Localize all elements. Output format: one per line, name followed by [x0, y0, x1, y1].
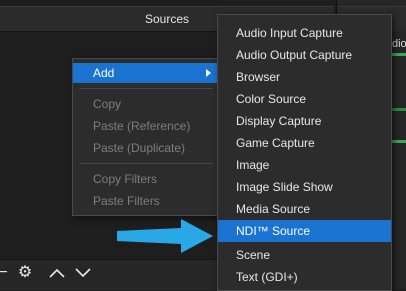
- submenu-item-text-gdi[interactable]: Text (GDI+): [218, 266, 391, 288]
- remove-source-button[interactable]: −: [0, 262, 14, 284]
- submenu-item-display-capture[interactable]: Display Capture: [218, 110, 391, 132]
- volume-meter: [392, 140, 406, 143]
- move-source-down-button[interactable]: [72, 262, 94, 284]
- move-source-up-button[interactable]: [46, 262, 68, 284]
- menu-item-copy-filters[interactable]: Copy Filters: [73, 169, 219, 189]
- submenu-item-browser[interactable]: Browser: [218, 66, 391, 88]
- submenu-item-image-slide-show[interactable]: Image Slide Show: [218, 176, 391, 198]
- volume-meter: [392, 53, 406, 56]
- menu-separator: [79, 163, 213, 164]
- chevron-up-icon: [49, 268, 65, 278]
- menu-item-paste-reference[interactable]: Paste (Reference): [73, 116, 219, 136]
- menu-item-add-label: Add: [93, 66, 115, 80]
- submenu-item-audio-output-capture[interactable]: Audio Output Capture: [218, 44, 391, 66]
- audio-mixer-label: dio: [392, 38, 406, 50]
- submenu-item-image[interactable]: Image: [218, 154, 391, 176]
- chevron-down-icon: [75, 268, 91, 278]
- submenu-item-scene[interactable]: Scene: [218, 244, 391, 266]
- volume-meter: [392, 108, 406, 111]
- menu-item-paste-filters[interactable]: Paste Filters: [73, 191, 219, 211]
- context-menu: Add Copy Paste (Reference) Paste (Duplic…: [72, 58, 220, 216]
- submenu-item-ndi-source[interactable]: NDI™ Source: [218, 220, 391, 242]
- menu-item-paste-duplicate[interactable]: Paste (Duplicate): [73, 138, 219, 158]
- menu-item-add[interactable]: Add: [73, 63, 219, 83]
- submenu-item-media-source[interactable]: Media Source: [218, 198, 391, 220]
- submenu-arrow-icon: [206, 69, 211, 77]
- source-properties-button[interactable]: ⚙: [14, 262, 36, 284]
- annotation-arrow-icon: [117, 219, 213, 253]
- menu-separator: [79, 88, 213, 89]
- menu-item-copy[interactable]: Copy: [73, 94, 219, 114]
- add-source-submenu: Audio Input Capture Audio Output Capture…: [217, 14, 392, 291]
- gear-icon: ⚙: [17, 264, 33, 281]
- submenu-item-audio-input-capture[interactable]: Audio Input Capture: [218, 22, 391, 44]
- submenu-item-game-capture[interactable]: Game Capture: [218, 132, 391, 154]
- submenu-item-color-source[interactable]: Color Source: [218, 88, 391, 110]
- minus-icon: −: [0, 264, 8, 281]
